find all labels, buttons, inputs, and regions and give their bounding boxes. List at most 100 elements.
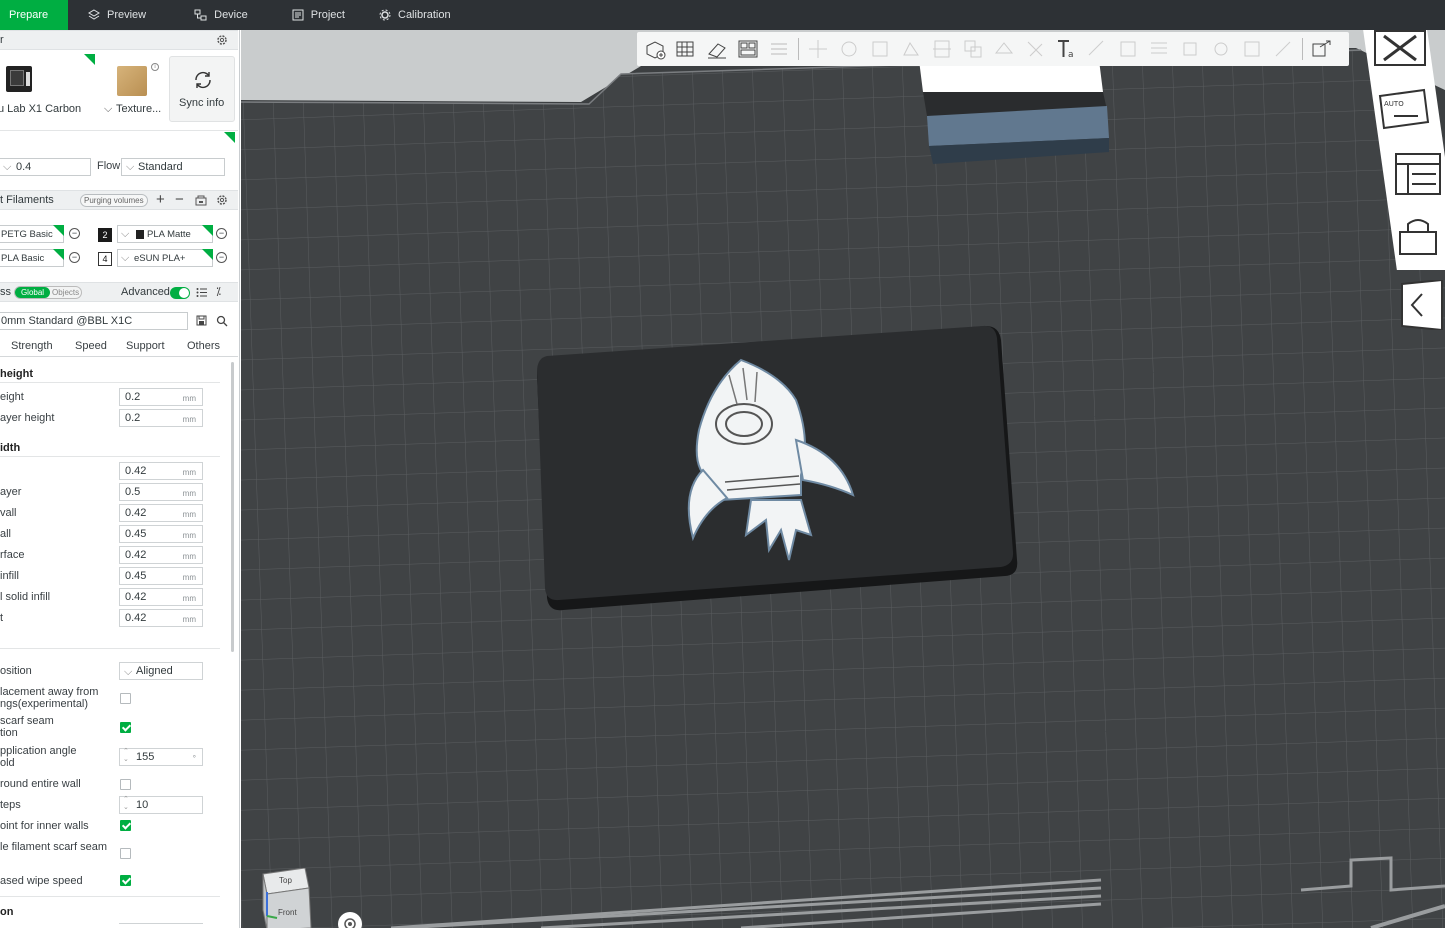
toggle-global[interactable]: Global <box>15 287 50 298</box>
filaments-section-header: t Filaments Purging volumes + − <box>0 190 238 210</box>
list-view-icon[interactable] <box>196 287 208 301</box>
line-width-first-layer-input[interactable]: 0.5 mm <box>119 483 203 501</box>
remove-slot-icon[interactable]: − <box>216 228 227 239</box>
scale-icon[interactable] <box>868 37 892 61</box>
flow-select[interactable]: ⌵ Standard <box>121 158 225 176</box>
process-preset-select[interactable]: 0mm Standard @BBL X1C <box>0 312 188 330</box>
scarf-seam-checkbox[interactable] <box>120 722 131 733</box>
filament-slot-3[interactable]: PLA Basic <box>0 249 64 267</box>
rotate-icon[interactable] <box>837 37 861 61</box>
assembly-icon[interactable] <box>1116 37 1140 61</box>
line-width-outer-wall-input[interactable]: 0.42 mm <box>119 504 203 522</box>
plate-card[interactable]: i ⌵ Texture... <box>102 54 164 120</box>
layer-height-input[interactable]: 0.2 mm <box>119 388 203 406</box>
seam-position-select[interactable]: ⌵ Aligned <box>119 662 203 680</box>
auto-arrange-icon[interactable]: AUTO <box>1374 86 1432 132</box>
line-width-default-input[interactable]: 0.42 mm <box>119 462 203 480</box>
seam-paint-icon[interactable] <box>1023 37 1047 61</box>
purging-volumes-button[interactable]: Purging volumes <box>80 194 148 207</box>
remove-filament-icon[interactable]: − <box>175 191 184 208</box>
tab-others[interactable]: Others <box>187 340 220 352</box>
auto-orient-icon[interactable] <box>705 37 729 61</box>
input-value: 10 <box>136 799 149 811</box>
wipe-speed-checkbox[interactable] <box>120 875 131 886</box>
tab-strength[interactable]: Strength <box>11 340 53 352</box>
view-cube[interactable]: Top Front <box>261 867 313 928</box>
remove-slot-icon[interactable]: − <box>69 228 80 239</box>
nozzle-diameter-select[interactable]: ⌵ 0.4 <box>0 158 91 176</box>
toggle-objects[interactable]: Objects <box>52 287 79 298</box>
tab-speed[interactable]: Speed <box>75 340 107 352</box>
camera-reset-icon[interactable] <box>338 912 362 928</box>
close-view-icon[interactable] <box>1374 30 1426 66</box>
view-cube-top-label: Top <box>279 876 292 885</box>
filament-slot-4[interactable]: ⌵ eSUN PLA+ <box>117 249 213 267</box>
filament-settings-gear-icon[interactable] <box>216 194 228 209</box>
global-objects-toggle[interactable]: Global Objects <box>14 286 82 299</box>
first-layer-height-input[interactable]: 0.2 mm <box>119 409 203 427</box>
compare-icon[interactable]: ⁒ <box>216 285 221 298</box>
info-icon[interactable]: i <box>151 63 159 71</box>
add-filament-icon[interactable]: + <box>156 191 165 208</box>
remove-slot-icon[interactable]: − <box>216 252 227 263</box>
setting-label: scarf seam <box>0 715 54 727</box>
lock-icon[interactable] <box>1390 216 1442 256</box>
scarf-angle-spinner[interactable]: ⌃ ⌄ 155 ° <box>119 748 203 766</box>
tab-device[interactable]: Device <box>164 0 266 30</box>
chevron-down-icon: ⌵ <box>124 666 133 678</box>
remove-slot-icon[interactable]: − <box>69 252 80 263</box>
tab-support[interactable]: Support <box>126 340 165 352</box>
printer-card[interactable]: u Lab X1 Carbon <box>0 54 96 120</box>
layout-view-icon[interactable] <box>1390 148 1442 198</box>
variable-layer-icon[interactable] <box>1147 37 1171 61</box>
emboss-icon[interactable] <box>1240 37 1264 61</box>
filament-sync-icon[interactable] <box>195 195 207 209</box>
tab-prepare[interactable]: Prepare <box>0 0 68 30</box>
cut-icon[interactable] <box>930 37 954 61</box>
role-based-scarf-checkbox[interactable] <box>120 848 131 859</box>
printer-section-title: r <box>0 34 4 46</box>
settings-scrollbar[interactable] <box>231 362 234 652</box>
3d-viewport[interactable]: a AUTO Top Front <box>241 30 1445 928</box>
mmu-paint-icon[interactable] <box>1209 37 1233 61</box>
tab-calibration[interactable]: Calibration <box>363 0 469 30</box>
line-width-internal-solid-infill-input[interactable]: 0.42 mm <box>119 588 203 606</box>
tab-label: Preview <box>107 9 147 21</box>
filament-slot-1[interactable]: PETG Basic <box>0 225 64 243</box>
line-width-sparse-infill-input[interactable]: 0.45 mm <box>119 567 203 585</box>
setting-label: infill <box>0 570 19 582</box>
text-tool-icon[interactable]: a <box>1054 37 1078 61</box>
line-width-support-input[interactable]: 0.42 mm <box>119 609 203 627</box>
tab-project[interactable]: Project <box>266 0 363 30</box>
brim-ears-icon[interactable] <box>1178 37 1202 61</box>
slot-modified-flag <box>202 225 213 236</box>
line-width-top-surface-input[interactable]: 0.42 mm <box>119 546 203 564</box>
view-settings-icon[interactable] <box>1310 37 1334 61</box>
support-paint-icon[interactable] <box>992 37 1016 61</box>
move-icon[interactable] <box>806 37 830 61</box>
svg-tool-icon[interactable] <box>1271 37 1295 61</box>
sync-info-button[interactable]: Sync info <box>169 56 235 122</box>
line-width-inner-wall-input[interactable]: 0.45 mm <box>119 525 203 543</box>
printer-settings-gear-icon[interactable] <box>216 34 228 49</box>
add-object-icon[interactable] <box>643 37 667 61</box>
seam-placement-checkbox[interactable] <box>120 693 131 704</box>
arrange-icon[interactable] <box>736 37 760 61</box>
measure-icon[interactable] <box>1085 37 1109 61</box>
search-icon[interactable] <box>216 315 228 330</box>
spinner-arrows-icon[interactable]: ⌃ ⌄ <box>123 796 129 812</box>
filament-slot-2[interactable]: ⌵ PLA Matte <box>117 225 213 243</box>
tab-preview[interactable]: Preview <box>68 0 164 30</box>
boolean-icon[interactable] <box>961 37 985 61</box>
scarf-inner-walls-checkbox[interactable] <box>120 820 131 831</box>
save-preset-icon[interactable] <box>196 315 207 329</box>
printer-modified-flag <box>84 54 95 65</box>
lay-on-face-icon[interactable] <box>899 37 923 61</box>
advanced-toggle[interactable] <box>170 287 190 299</box>
spinner-arrows-icon[interactable]: ⌃ ⌄ <box>123 748 129 764</box>
add-plate-icon[interactable] <box>674 37 698 61</box>
scarf-steps-spinner[interactable]: ⌃ ⌄ 10 <box>119 796 203 814</box>
collapse-dock-icon[interactable] <box>1380 278 1444 332</box>
split-icon[interactable] <box>767 37 791 61</box>
scarf-entire-wall-checkbox[interactable] <box>120 779 131 790</box>
